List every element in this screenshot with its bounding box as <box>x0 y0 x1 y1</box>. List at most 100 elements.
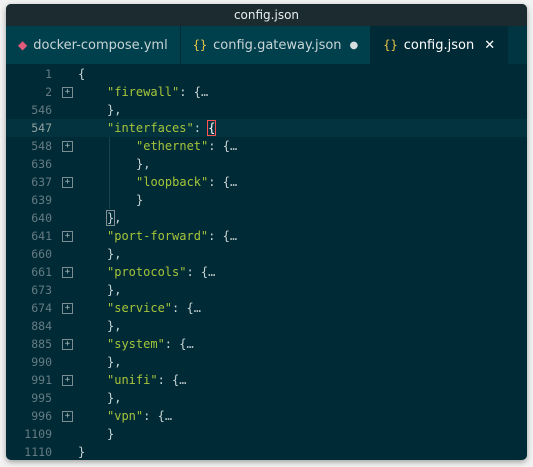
line-number: 1110 <box>24 445 52 459</box>
punctuation: : { <box>172 301 194 315</box>
code-text: }, <box>107 317 121 335</box>
code-text: "firewall": {… <box>107 83 208 101</box>
punctuation: : { <box>186 265 209 279</box>
tab-config-json[interactable]: {} config.json ✕ <box>371 26 509 64</box>
line-number: 885 <box>31 337 52 351</box>
code-line[interactable]: 636}, <box>6 155 527 173</box>
code-text: }, <box>107 245 121 263</box>
code-text: }, <box>107 281 121 299</box>
code-line[interactable]: 547 "interfaces": { <box>6 119 527 137</box>
line-number: 640 <box>31 211 52 225</box>
code-line[interactable]: 2 + "firewall": {… <box>6 83 527 101</box>
code-line[interactable]: 885 + "system": {… <box>6 335 527 353</box>
punctuation: : { <box>208 175 230 189</box>
code-line[interactable]: 640}, <box>6 209 527 227</box>
json-key: "loopback" <box>136 175 209 189</box>
punctuation: : { <box>157 373 180 387</box>
code-line[interactable]: 546}, <box>6 101 527 119</box>
code-line[interactable]: 673}, <box>6 281 527 299</box>
code-line[interactable]: 990}, <box>6 353 527 371</box>
json-icon: {} <box>192 38 208 52</box>
punctuation: : { <box>208 139 230 153</box>
code-text: "service": {… <box>107 299 201 317</box>
tab-label: config.gateway.json <box>213 37 342 53</box>
fold-expand-icon[interactable]: + <box>62 267 73 278</box>
json-key: "system" <box>107 337 165 351</box>
line-number: 990 <box>31 355 52 369</box>
punctuation: { <box>78 67 86 81</box>
fold-expand-icon[interactable]: + <box>62 375 73 386</box>
folded-ellipsis: … <box>193 301 201 315</box>
json-key: "service" <box>107 301 173 315</box>
code-editor[interactable]: 1{2 + "firewall": {… 546}, 547 "interfaces": … <box>6 64 527 460</box>
code-text: "protocols": {… <box>107 263 215 281</box>
tab-label: config.json <box>403 37 475 53</box>
code-text: "system": {… <box>107 335 194 353</box>
code-line[interactable]: 991 + "unifi": {… <box>6 371 527 389</box>
tab-docker-compose[interactable]: ◆ docker-compose.yml <box>6 26 181 64</box>
code-text: } <box>136 191 143 209</box>
fold-expand-icon[interactable]: + <box>62 231 73 242</box>
folded-ellipsis: … <box>208 265 216 279</box>
code-text: "ethernet": {… <box>136 137 237 155</box>
indent-guide <box>109 137 110 155</box>
tab-bar-empty-area <box>508 26 527 64</box>
json-key: "vpn" <box>107 409 144 423</box>
code-text: { <box>78 65 85 83</box>
code-text: "interfaces": { <box>107 119 217 137</box>
unsaved-dot-icon[interactable]: ● <box>350 40 359 51</box>
code-text: "loopback": {… <box>136 173 237 191</box>
punctuation: , <box>114 211 122 225</box>
tab-bar: ◆ docker-compose.yml {} config.gateway.j… <box>6 26 527 64</box>
line-number: 546 <box>31 103 52 117</box>
code-text: }, <box>107 101 121 119</box>
json-key: "port-forward" <box>107 229 209 243</box>
code-line[interactable]: 1110} <box>6 443 527 460</box>
code-line[interactable]: 639} <box>6 191 527 209</box>
indent-guide <box>109 155 110 173</box>
punctuation: } <box>107 427 115 441</box>
folded-ellipsis: … <box>186 337 194 351</box>
line-number: 661 <box>31 265 52 279</box>
fold-expand-icon[interactable]: + <box>62 339 73 350</box>
fold-expand-icon[interactable]: + <box>62 303 73 314</box>
code-line[interactable]: 637 + "loopback": {… <box>6 173 527 191</box>
code-line[interactable]: 1{ <box>6 65 527 83</box>
fold-expand-icon[interactable]: + <box>62 411 73 422</box>
punctuation: : <box>193 121 209 135</box>
code-line[interactable]: 995}, <box>6 389 527 407</box>
line-number: 673 <box>31 283 52 297</box>
code-line[interactable]: 674 + "service": {… <box>6 299 527 317</box>
tab-config-gateway[interactable]: {} config.gateway.json ● <box>180 26 372 64</box>
punctuation: : { <box>143 409 165 423</box>
folded-ellipsis: … <box>229 139 238 153</box>
code-line[interactable]: 884}, <box>6 317 527 335</box>
indent-guide <box>109 191 110 209</box>
punctuation: }, <box>107 319 122 333</box>
tab-label: docker-compose.yml <box>33 37 168 53</box>
json-key: "unifi" <box>107 373 158 387</box>
code-line[interactable]: 641 + "port-forward": {… <box>6 227 527 245</box>
close-icon[interactable]: ✕ <box>484 38 495 53</box>
code-line[interactable]: 1109} <box>6 425 527 443</box>
fold-expand-icon[interactable]: + <box>62 87 73 98</box>
line-number: 995 <box>31 391 52 405</box>
code-text: "unifi": {… <box>107 371 187 389</box>
code-line[interactable]: 548 + "ethernet": {… <box>6 137 527 155</box>
code-text: "vpn": {… <box>107 407 172 425</box>
window-title: config.json <box>6 4 527 26</box>
code-text: } <box>107 425 114 443</box>
folded-ellipsis: … <box>229 229 238 243</box>
punctuation: } <box>136 193 144 207</box>
line-number: 547 <box>31 121 52 135</box>
code-line[interactable]: 661 + "protocols": {… <box>6 263 527 281</box>
line-number: 637 <box>31 175 52 189</box>
fold-expand-icon[interactable]: + <box>62 141 73 152</box>
code-line[interactable]: 660}, <box>6 245 527 263</box>
fold-expand-icon[interactable]: + <box>62 177 73 188</box>
code-line[interactable]: 996 + "vpn": {… <box>6 407 527 425</box>
json-icon: {} <box>383 38 398 52</box>
folded-ellipsis: … <box>164 409 173 423</box>
punctuation: }, <box>107 247 122 261</box>
line-number: 548 <box>31 139 52 153</box>
